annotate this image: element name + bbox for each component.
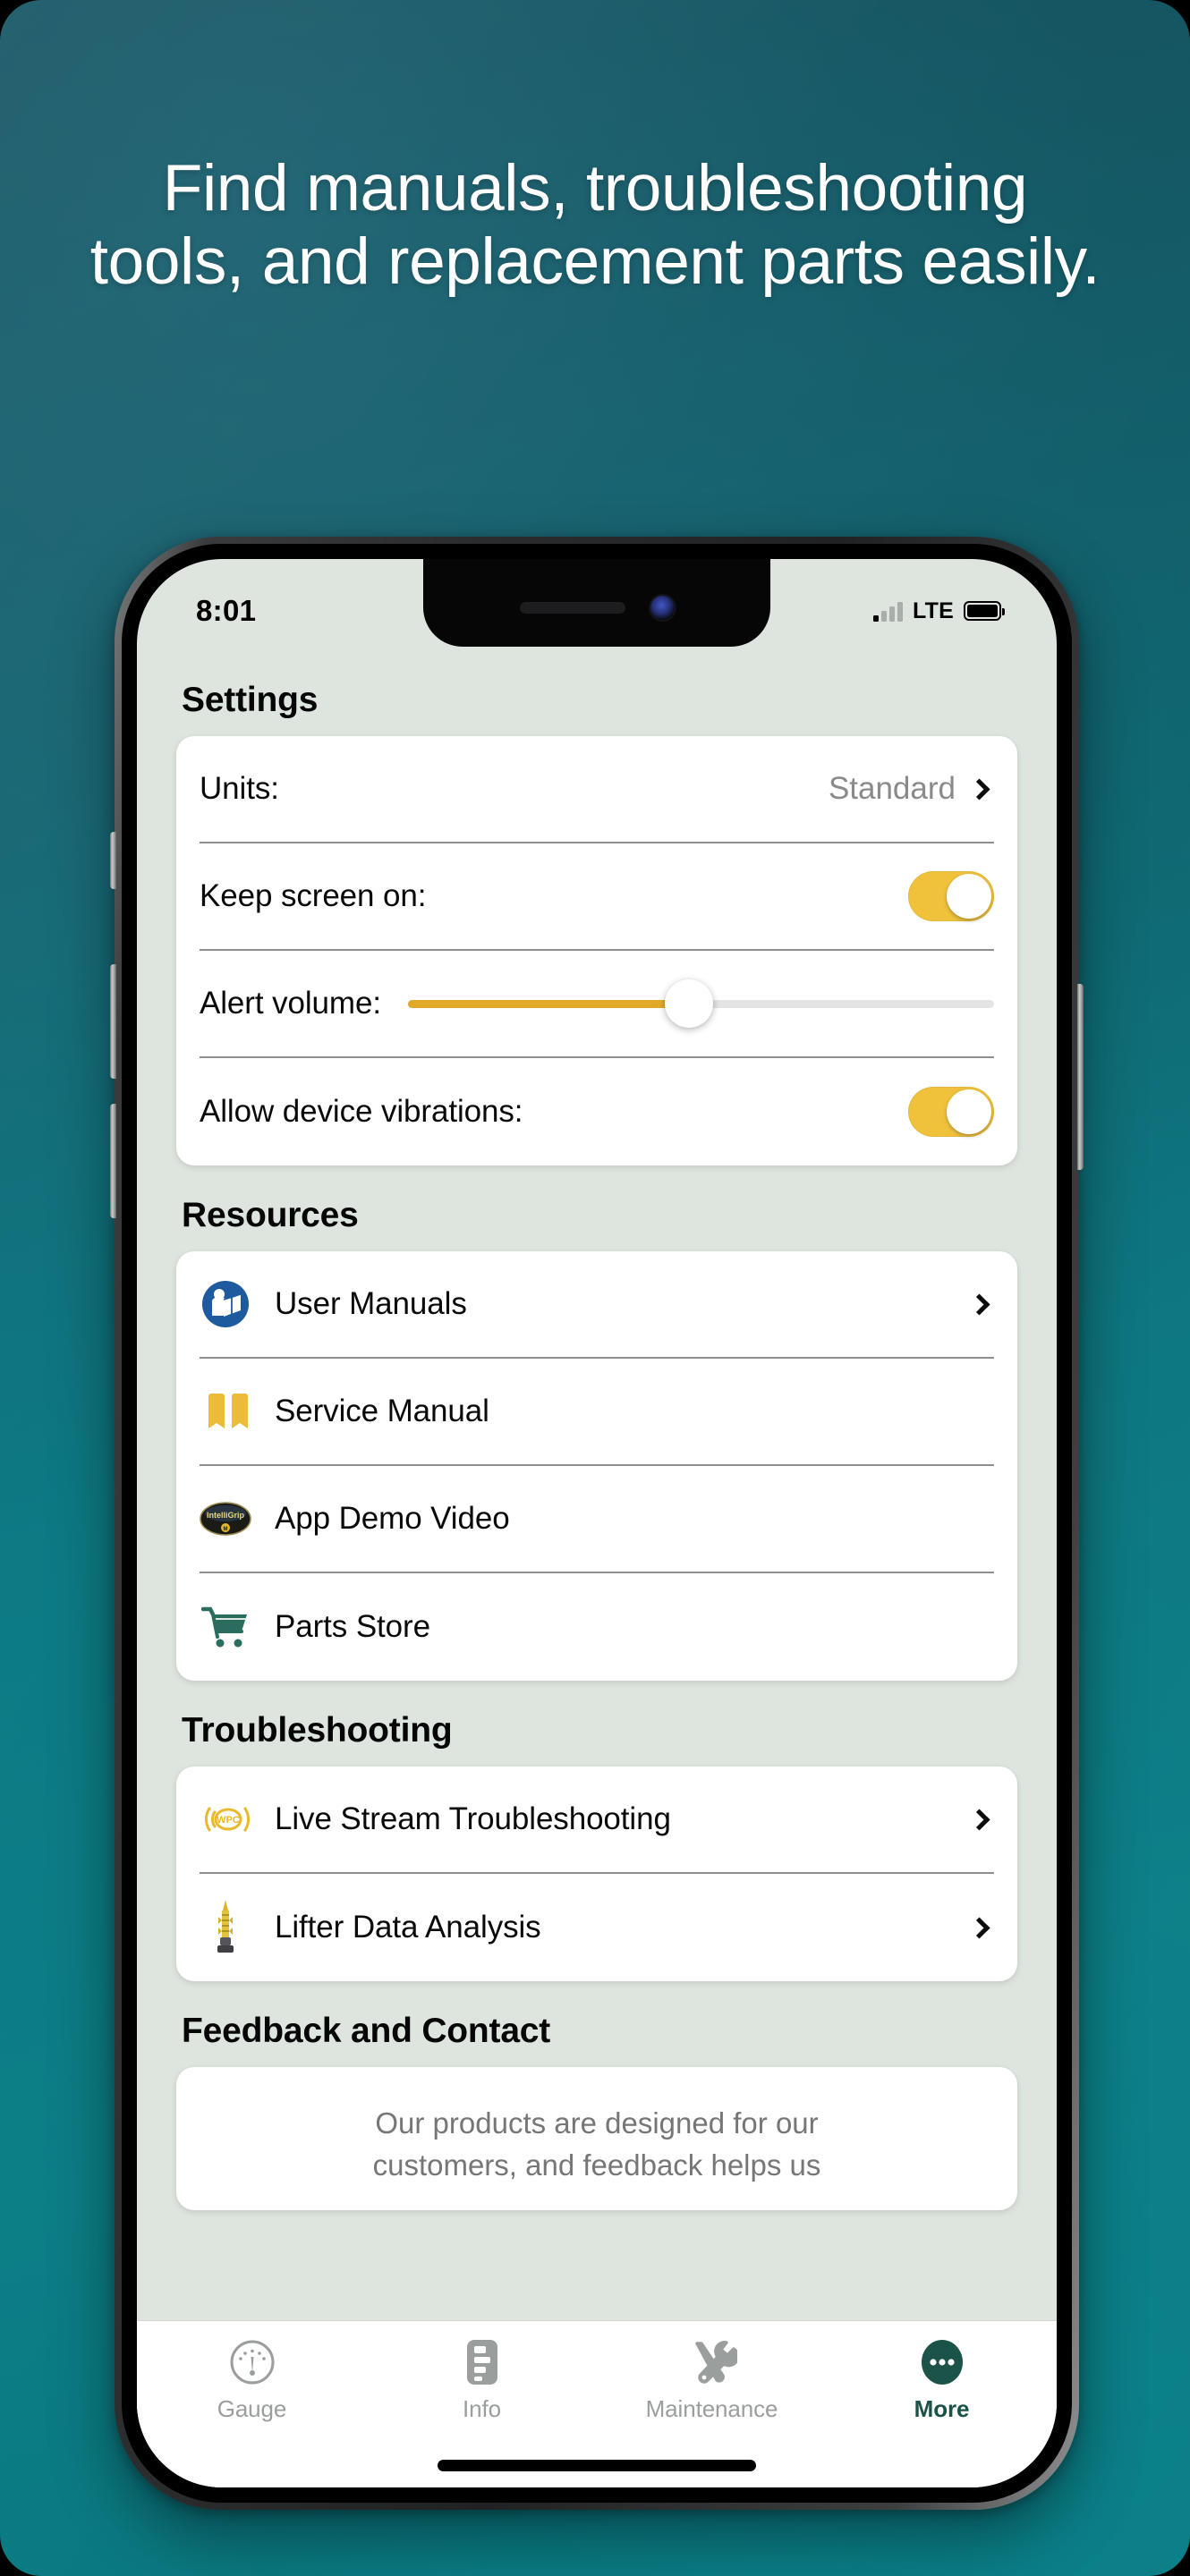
tab-info[interactable]: Info	[367, 2337, 597, 2423]
units-label: Units:	[200, 771, 279, 806]
earpiece-speaker-icon	[519, 601, 625, 614]
lifter-data-analysis-label: Lifter Data Analysis	[275, 1910, 541, 1945]
slider-fill	[407, 999, 690, 1008]
open-book-icon	[200, 1385, 251, 1437]
resources-card: User Manuals Service Manual IntelliGrip …	[176, 1251, 1017, 1681]
shopping-cart-icon	[200, 1601, 251, 1653]
section-title-feedback: Feedback and Contact	[182, 2012, 551, 2050]
settings-row-units[interactable]: Units: Standard	[200, 736, 994, 843]
tab-gauge-label: Gauge	[217, 2395, 287, 2422]
svg-text:WPC: WPC	[217, 1815, 240, 1826]
resources-row-service-manual[interactable]: Service Manual	[200, 1359, 994, 1466]
troubleshooting-card: WPC Live Stream Troubleshooting Lifter D…	[176, 1767, 1017, 1981]
gauge-icon	[229, 2337, 276, 2387]
slider-thumb[interactable]	[665, 979, 714, 1028]
parts-store-label: Parts Store	[275, 1609, 430, 1644]
chevron-right-icon	[968, 777, 990, 801]
tools-icon	[687, 2337, 737, 2387]
tab-more-label: More	[914, 2395, 970, 2422]
app-demo-video-label: App Demo Video	[275, 1501, 510, 1536]
troubleshooting-row-live-stream[interactable]: WPC Live Stream Troubleshooting	[200, 1767, 994, 1874]
brand-badge-icon: IntelliGrip M	[200, 1493, 251, 1545]
phone-mockup: 8:01 LTE Settings Units: Standard Keep s…	[110, 537, 1084, 2510]
section-title-settings: Settings	[182, 681, 319, 719]
battery-full-icon	[964, 601, 1005, 621]
power-button[interactable]	[1077, 984, 1084, 1170]
feedback-text-line-2: customers, and feedback helps us	[372, 2148, 821, 2182]
status-bar-indicators: LTE	[873, 597, 1005, 624]
resources-row-parts-store[interactable]: Parts Store	[200, 1573, 994, 1681]
phone-screen: 8:01 LTE Settings Units: Standard Keep s…	[137, 559, 1057, 2487]
app-store-screenshot-poster: Find manuals, troubleshooting tools, and…	[0, 0, 1190, 2576]
tab-maintenance[interactable]: Maintenance	[597, 2337, 827, 2423]
resources-row-user-manuals[interactable]: User Manuals	[200, 1251, 994, 1359]
settings-row-alert-volume[interactable]: Alert volume:	[200, 951, 994, 1058]
network-type-label: LTE	[913, 597, 954, 623]
feedback-card: Our products are designed for our custom…	[176, 2067, 1017, 2210]
keep-screen-on-toggle[interactable]	[908, 871, 994, 921]
front-camera-icon	[650, 595, 675, 620]
user-manuals-label: User Manuals	[275, 1286, 467, 1321]
mute-switch-button[interactable]	[110, 832, 116, 889]
phone-notch	[423, 559, 770, 647]
document-icon	[462, 2337, 503, 2387]
section-title-troubleshooting: Troubleshooting	[182, 1711, 453, 1750]
tab-info-label: Info	[463, 2395, 501, 2422]
units-value: Standard	[828, 771, 956, 806]
tab-maintenance-label: Maintenance	[645, 2395, 778, 2422]
read-instructions-icon	[200, 1278, 251, 1330]
alert-volume-slider[interactable]	[407, 979, 994, 1028]
volume-up-button[interactable]	[110, 964, 116, 1079]
settings-row-keep-screen-on[interactable]: Keep screen on:	[200, 843, 994, 951]
chevron-right-icon	[968, 1292, 990, 1316]
chevron-right-icon	[968, 1916, 990, 1939]
wpc-broadcast-icon: WPC	[200, 1793, 251, 1845]
settings-card: Units: Standard Keep screen on: Alert vo…	[176, 736, 1017, 1165]
tab-gauge[interactable]: Gauge	[137, 2337, 367, 2423]
svg-text:IntelliGrip: IntelliGrip	[207, 1511, 245, 1520]
phone-bezel: 8:01 LTE Settings Units: Standard Keep s…	[122, 544, 1072, 2503]
alert-volume-label: Alert volume:	[200, 986, 381, 1021]
troubleshooting-row-lifter-data[interactable]: Lifter Data Analysis	[200, 1874, 994, 1981]
section-title-resources: Resources	[182, 1196, 359, 1234]
settings-row-device-vibrations[interactable]: Allow device vibrations:	[200, 1058, 994, 1165]
status-bar-clock: 8:01	[196, 594, 257, 627]
volume-down-button[interactable]	[110, 1104, 116, 1218]
tab-more[interactable]: More	[827, 2337, 1057, 2423]
lifter-tool-icon	[200, 1900, 251, 1953]
ellipsis-icon	[918, 2337, 966, 2387]
home-indicator[interactable]	[438, 2460, 756, 2471]
resources-row-app-demo-video[interactable]: IntelliGrip M App Demo Video	[200, 1466, 994, 1573]
live-stream-troubleshooting-label: Live Stream Troubleshooting	[275, 1801, 671, 1836]
service-manual-label: Service Manual	[275, 1394, 489, 1428]
settings-screen-content[interactable]: Settings Units: Standard Keep screen on:	[137, 647, 1057, 2487]
chevron-right-icon	[968, 1808, 990, 1831]
keep-screen-on-label: Keep screen on:	[200, 878, 427, 913]
feedback-text-line-1: Our products are designed for our	[375, 2106, 819, 2140]
poster-headline: Find manuals, troubleshooting tools, and…	[89, 152, 1101, 299]
svg-text:M: M	[224, 1527, 228, 1532]
signal-bars-icon	[873, 601, 904, 622]
device-vibrations-toggle[interactable]	[908, 1087, 994, 1137]
device-vibrations-label: Allow device vibrations:	[200, 1094, 523, 1129]
